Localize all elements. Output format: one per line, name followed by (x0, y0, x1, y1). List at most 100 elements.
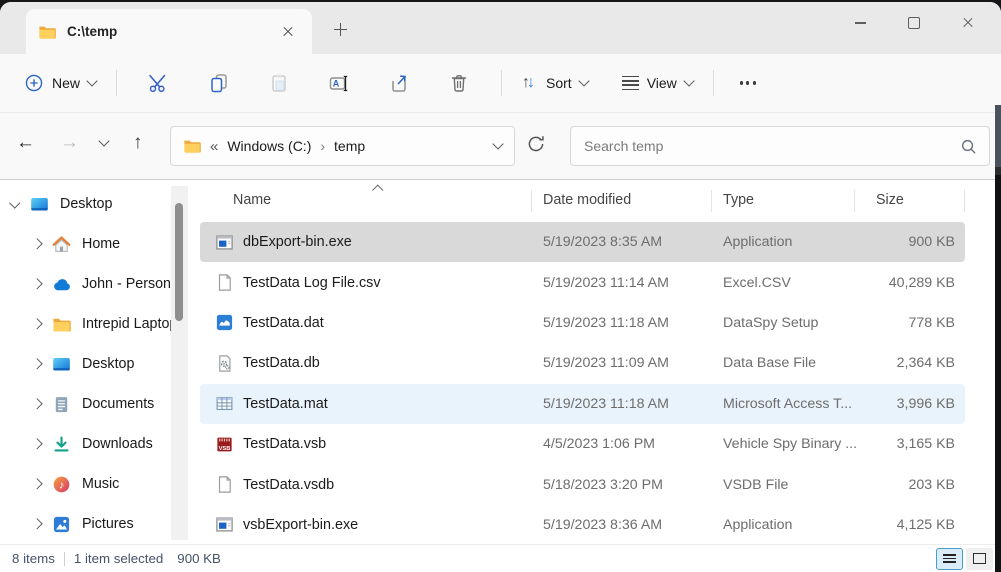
rename-icon: A (328, 72, 350, 94)
breadcrumb-root[interactable]: Windows (C:) (227, 138, 311, 154)
file-name: TestData.vsdb (243, 477, 334, 493)
breadcrumb-overflow[interactable]: « (210, 138, 218, 155)
scrollbar-thumb[interactable] (175, 203, 183, 321)
sidebar-item[interactable]: Intrepid Laptop (0, 304, 190, 344)
sidebar-item-label: John - Persona (82, 276, 179, 292)
file-row[interactable]: TestData.vsb 4/5/2023 1:06 PM Vehicle Sp… (200, 424, 965, 464)
column-separator[interactable] (711, 190, 712, 212)
address-bar[interactable]: « Windows (C:) › temp (170, 126, 515, 166)
file-name: vsbExport-bin.exe (243, 517, 358, 533)
command-bar: New A (0, 54, 1001, 113)
expand-chevron[interactable] (30, 440, 44, 448)
file-name: TestData.dat (243, 315, 324, 331)
plus-circle-icon (24, 73, 44, 93)
column-header-date-modified[interactable]: Date modified (543, 192, 631, 208)
file-row[interactable]: TestData.mat 5/19/2023 11:18 AM Microsof… (200, 384, 965, 424)
ellipsis-icon (740, 81, 757, 84)
sidebar-item[interactable]: Desktop (0, 184, 190, 224)
sidebar-item[interactable]: Home (0, 224, 190, 264)
file-row[interactable]: TestData.vsdb 5/18/2023 3:20 PM VSDB Fil… (200, 464, 965, 504)
up-button[interactable]: ↑ (133, 133, 143, 152)
details-view-button[interactable] (936, 548, 963, 570)
column-separator[interactable] (854, 190, 855, 212)
file-date-modified: 5/19/2023 11:09 AM (543, 355, 669, 371)
file-row[interactable]: TestData.dat 5/19/2023 11:18 AM DataSpy … (200, 303, 965, 343)
sidebar-scrollbar[interactable] (171, 186, 188, 540)
expand-chevron[interactable] (30, 480, 44, 488)
file-row[interactable]: TestData Log File.csv 5/19/2023 11:14 AM… (200, 262, 965, 302)
file-row[interactable]: dbExport-bin.exe 5/19/2023 8:35 AM Appli… (200, 222, 965, 262)
toolbar-divider (713, 70, 714, 96)
tab-close-button[interactable] (276, 20, 300, 44)
expand-chevron[interactable] (8, 202, 22, 207)
copy-icon (208, 72, 230, 94)
file-type: Application (723, 234, 792, 250)
new-button[interactable]: New (16, 67, 104, 99)
background-window-edge (995, 105, 1001, 572)
rename-button[interactable]: A (309, 61, 369, 105)
navigation-pane: Desktop Home John - Persona I (0, 184, 190, 544)
forward-button[interactable]: → (60, 133, 79, 152)
maximize-button[interactable] (887, 2, 941, 44)
close-icon (282, 26, 294, 38)
toolbar-divider (501, 70, 502, 96)
sidebar-item[interactable]: Pictures (0, 504, 190, 544)
column-header-type[interactable]: Type (723, 192, 754, 208)
column-separator[interactable] (964, 190, 965, 212)
search-input[interactable] (571, 138, 960, 154)
sidebar-item[interactable]: Documents (0, 384, 190, 424)
expand-chevron[interactable] (30, 520, 44, 528)
plus-icon (334, 23, 347, 36)
refresh-button[interactable] (526, 134, 546, 159)
file-type: Application (723, 517, 792, 533)
file-explorer-window: C:\temp New (0, 2, 1001, 572)
sort-button[interactable]: ↑↓ Sort (514, 68, 596, 98)
column-headers: Name Date modified Type Size (190, 180, 1001, 222)
file-name: TestData.mat (243, 396, 328, 412)
close-window-button[interactable] (941, 2, 995, 44)
maximize-icon (908, 17, 920, 29)
column-header-size[interactable]: Size (876, 192, 904, 208)
sidebar-item-icon (52, 515, 71, 534)
sidebar-item-label: Desktop (60, 196, 112, 212)
see-more-button[interactable] (726, 61, 770, 105)
sidebar-item[interactable]: Downloads (0, 424, 190, 464)
copy-button[interactable] (189, 61, 249, 105)
address-dropdown-chevron[interactable] (492, 138, 503, 149)
file-size: 203 KB (825, 477, 955, 493)
sidebar-item[interactable]: Desktop (0, 344, 190, 384)
sidebar-item[interactable]: John - Persona (0, 264, 190, 304)
tab-ctemp[interactable]: C:\temp (26, 9, 312, 54)
expand-chevron[interactable] (30, 320, 44, 328)
tab-bar: C:\temp (0, 2, 1001, 54)
expand-chevron[interactable] (30, 280, 44, 288)
file-row[interactable]: vsbExport-bin.exe 5/19/2023 8:36 AM Appl… (200, 505, 965, 545)
large-icons-view-icon (973, 553, 986, 564)
delete-button[interactable] (429, 61, 489, 105)
file-type-icon (215, 435, 234, 454)
new-tab-button[interactable] (326, 15, 354, 43)
sidebar-item[interactable]: Music (0, 464, 190, 504)
file-date-modified: 5/19/2023 11:18 AM (543, 396, 669, 412)
expand-chevron[interactable] (30, 240, 44, 248)
breadcrumb-current[interactable]: temp (334, 138, 365, 154)
column-header-name[interactable]: Name (233, 192, 271, 208)
file-size: 3,165 KB (825, 436, 955, 452)
file-type-icon (215, 313, 234, 332)
column-separator[interactable] (531, 190, 532, 212)
file-type-icon (215, 233, 234, 252)
share-button[interactable] (369, 61, 429, 105)
sidebar-item-label: Home (82, 236, 120, 252)
cut-button[interactable] (129, 61, 189, 105)
view-button[interactable]: View (614, 69, 701, 97)
minimize-button[interactable] (833, 2, 887, 44)
back-button[interactable]: ← (16, 133, 35, 152)
large-icons-view-button[interactable] (966, 548, 993, 570)
file-type-icon (215, 475, 234, 494)
file-row[interactable]: TestData.db 5/19/2023 11:09 AM Data Base… (200, 343, 965, 383)
expand-chevron[interactable] (30, 360, 44, 368)
sidebar-item-label: Music (82, 476, 119, 492)
paste-button[interactable] (249, 61, 309, 105)
recent-locations-chevron[interactable] (98, 135, 109, 146)
expand-chevron[interactable] (30, 400, 44, 408)
